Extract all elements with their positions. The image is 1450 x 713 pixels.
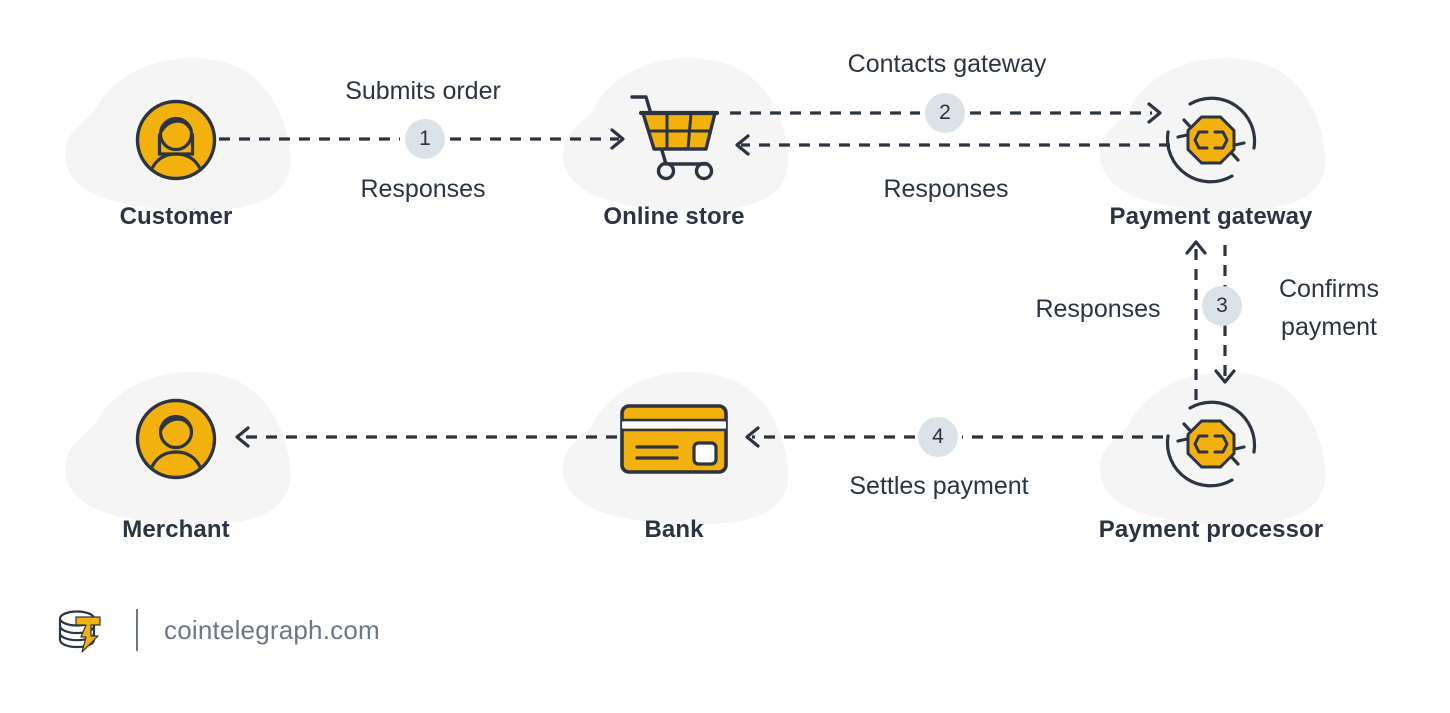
edge-label-confirms-payment-line1: Confirms (1278, 275, 1380, 303)
edge-label-responses-3: Responses (1035, 295, 1161, 323)
logo-slot (56, 604, 108, 656)
node-label-bank: Bank (644, 516, 704, 543)
footer-site-name: cointelegraph.com (164, 614, 380, 645)
footer-attribution: cointelegraph.com (56, 598, 380, 662)
node-label-customer: Customer (119, 203, 233, 230)
node-label-online-store: Online store (603, 203, 745, 230)
diagram-canvas: Customer Online store Payment gateway Me… (0, 0, 1450, 713)
edge-label-responses-2: Responses (883, 175, 1009, 203)
node-label-payment-processor: Payment processor (1098, 516, 1324, 543)
step-badge-4: 4 (918, 417, 958, 457)
step-badge-2: 2 (925, 93, 965, 133)
footer-divider (136, 609, 138, 651)
credit-card-icon (620, 404, 728, 474)
edge-label-confirms-payment-line2: payment (1281, 313, 1377, 341)
edge-label-responses-1: Responses (360, 175, 486, 203)
edge-label-submits-order: Submits order (345, 77, 501, 105)
edge-label-contacts-gateway: Contacts gateway (847, 50, 1047, 78)
step-badge-1: 1 (405, 119, 445, 159)
node-label-merchant: Merchant (122, 516, 230, 543)
node-label-payment-gateway: Payment gateway (1109, 203, 1313, 230)
edge-label-settles-payment: Settles payment (849, 472, 1029, 500)
step-badge-3: 3 (1202, 286, 1242, 326)
